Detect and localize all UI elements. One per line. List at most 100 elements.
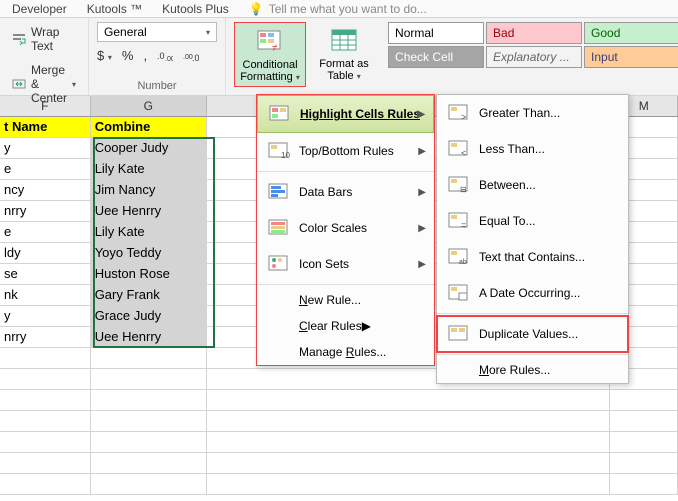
svg-text:ab: ab: [459, 259, 467, 266]
chevron-right-icon: ▶: [418, 223, 426, 234]
chevron-right-icon: ▶: [418, 146, 426, 157]
highlight-cells-rules-item[interactable]: Highlight Cells Rules ▶: [257, 95, 434, 133]
text-contains-item[interactable]: ab Text that Contains...: [437, 239, 628, 275]
cell-g[interactable]: Huston Rose: [91, 264, 208, 285]
chevron-down-icon: ▾: [72, 80, 76, 89]
decrease-decimal-button[interactable]: .00.0: [183, 50, 199, 62]
alignment-group: Wrap Text Merge & Center ▾ Alignment: [0, 18, 89, 95]
equal-icon: =: [447, 211, 471, 231]
equal-to-item[interactable]: = Equal To...: [437, 203, 628, 239]
duplicate-values-item[interactable]: Duplicate Values...: [437, 316, 628, 352]
format-as-table-button[interactable]: Format as Table ▾: [308, 22, 380, 87]
cell-header-f[interactable]: t Name: [0, 117, 91, 138]
currency-button[interactable]: $ ▾: [97, 48, 112, 63]
style-good[interactable]: Good: [584, 22, 678, 44]
cell-g[interactable]: Uee Henrry: [91, 201, 208, 222]
cell-f[interactable]: nrry: [0, 327, 91, 348]
cell-f[interactable]: e: [0, 159, 91, 180]
cell-g[interactable]: Gary Frank: [91, 285, 208, 306]
styles-group: ≠ Conditional Formatting ▾ Format as Tab…: [226, 18, 678, 95]
svg-text:⊟: ⊟: [460, 185, 467, 194]
date-icon: [447, 283, 471, 303]
cell-f[interactable]: se: [0, 264, 91, 285]
merge-icon: [12, 77, 26, 91]
wrap-text-button[interactable]: Wrap Text: [8, 22, 80, 56]
chevron-right-icon: ▶: [362, 319, 371, 333]
style-explanatory[interactable]: Explanatory ...: [486, 46, 582, 68]
chevron-down-icon: ▾: [206, 28, 210, 37]
cell-f[interactable]: nk: [0, 285, 91, 306]
clear-rules-item[interactable]: Clear Rules▶: [257, 313, 434, 339]
tab-developer[interactable]: Developer: [2, 0, 77, 18]
svg-text:.0: .0: [157, 51, 165, 61]
svg-text:>: >: [461, 112, 466, 122]
ribbon-bar: Wrap Text Merge & Center ▾ Alignment Gen…: [0, 18, 678, 96]
cell-g[interactable]: Cooper Judy: [91, 138, 208, 159]
cell-header-g[interactable]: Combine: [91, 117, 208, 138]
ribbon-tabs: Developer Kutools ™ Kutools Plus 💡 Tell …: [0, 0, 678, 18]
style-check-cell[interactable]: Check Cell: [388, 46, 484, 68]
cell-f[interactable]: e: [0, 222, 91, 243]
cell-g[interactable]: Grace Judy: [91, 306, 208, 327]
percent-button[interactable]: %: [122, 48, 134, 63]
cell-g[interactable]: Lily Kate: [91, 159, 208, 180]
number-format-select[interactable]: General ▾: [97, 22, 217, 42]
data-bars-icon: [267, 182, 291, 202]
more-rules-item[interactable]: More Rules...: [437, 357, 628, 383]
comma-button[interactable]: ,: [143, 48, 147, 63]
increase-decimal-button[interactable]: .0.00: [157, 50, 173, 62]
svg-text:<: <: [461, 148, 466, 158]
cell-g[interactable]: Lily Kate: [91, 222, 208, 243]
tell-me-search[interactable]: 💡 Tell me what you want to do...: [239, 0, 437, 18]
chevron-down-icon: ▾: [357, 72, 361, 81]
chevron-right-icon: ▶: [418, 187, 426, 198]
new-rule-item[interactable]: New Rule...: [257, 287, 434, 313]
conditional-formatting-icon: ≠: [254, 25, 286, 57]
chevron-right-icon: ▶: [418, 259, 426, 270]
color-scales-icon: [267, 218, 291, 238]
manage-rules-item[interactable]: Manage Rules...: [257, 339, 434, 365]
cell-g[interactable]: Yoyo Teddy: [91, 243, 208, 264]
number-label: Number: [97, 79, 217, 93]
chevron-down-icon: ▾: [296, 73, 300, 82]
duplicate-icon: [447, 324, 471, 344]
less-than-icon: <: [447, 139, 471, 159]
conditional-formatting-menu: Highlight Cells Rules ▶ 10 Top/Bottom Ru…: [256, 94, 435, 366]
data-bars-item[interactable]: Data Bars ▶: [257, 174, 434, 210]
icon-sets-item[interactable]: Icon Sets ▶: [257, 246, 434, 282]
color-scales-item[interactable]: Color Scales ▶: [257, 210, 434, 246]
between-icon: ⊟: [447, 175, 471, 195]
wrap-text-icon: [12, 32, 26, 46]
tab-kutools-plus[interactable]: Kutools Plus: [152, 0, 239, 18]
svg-text:.00: .00: [165, 56, 173, 62]
style-input[interactable]: Input: [584, 46, 678, 68]
conditional-formatting-button[interactable]: ≠ Conditional Formatting ▾: [234, 22, 306, 87]
greater-than-icon: >: [447, 103, 471, 123]
tell-me-placeholder: Tell me what you want to do...: [269, 0, 427, 18]
cell-f[interactable]: nrry: [0, 201, 91, 222]
svg-text:.0: .0: [192, 53, 199, 62]
table-icon: [328, 24, 360, 56]
highlight-rules-icon: [268, 104, 292, 124]
style-normal[interactable]: Normal: [388, 22, 484, 44]
cell-f[interactable]: y: [0, 138, 91, 159]
style-gallery[interactable]: Normal Bad Good Check Cell Explanatory .…: [388, 22, 678, 87]
style-bad[interactable]: Bad: [486, 22, 582, 44]
lightbulb-icon: 💡: [249, 0, 264, 18]
text-contains-icon: ab: [447, 247, 471, 267]
less-than-item[interactable]: < Less Than...: [437, 131, 628, 167]
svg-text:=: =: [461, 220, 466, 230]
top-bottom-rules-item[interactable]: 10 Top/Bottom Rules ▶: [257, 133, 434, 169]
cell-f[interactable]: y: [0, 306, 91, 327]
date-occurring-item[interactable]: A Date Occurring...: [437, 275, 628, 311]
cell-g[interactable]: Jim Nancy: [91, 180, 208, 201]
col-header-f[interactable]: F: [0, 96, 91, 116]
cell-f[interactable]: ncy: [0, 180, 91, 201]
cell-f[interactable]: ldy: [0, 243, 91, 264]
greater-than-item[interactable]: > Greater Than...: [437, 95, 628, 131]
tab-kutools[interactable]: Kutools ™: [77, 0, 152, 18]
between-item[interactable]: ⊟ Between...: [437, 167, 628, 203]
col-header-g[interactable]: G: [91, 96, 208, 116]
svg-text:10: 10: [281, 151, 290, 160]
cell-g[interactable]: Uee Henrry: [91, 327, 208, 348]
